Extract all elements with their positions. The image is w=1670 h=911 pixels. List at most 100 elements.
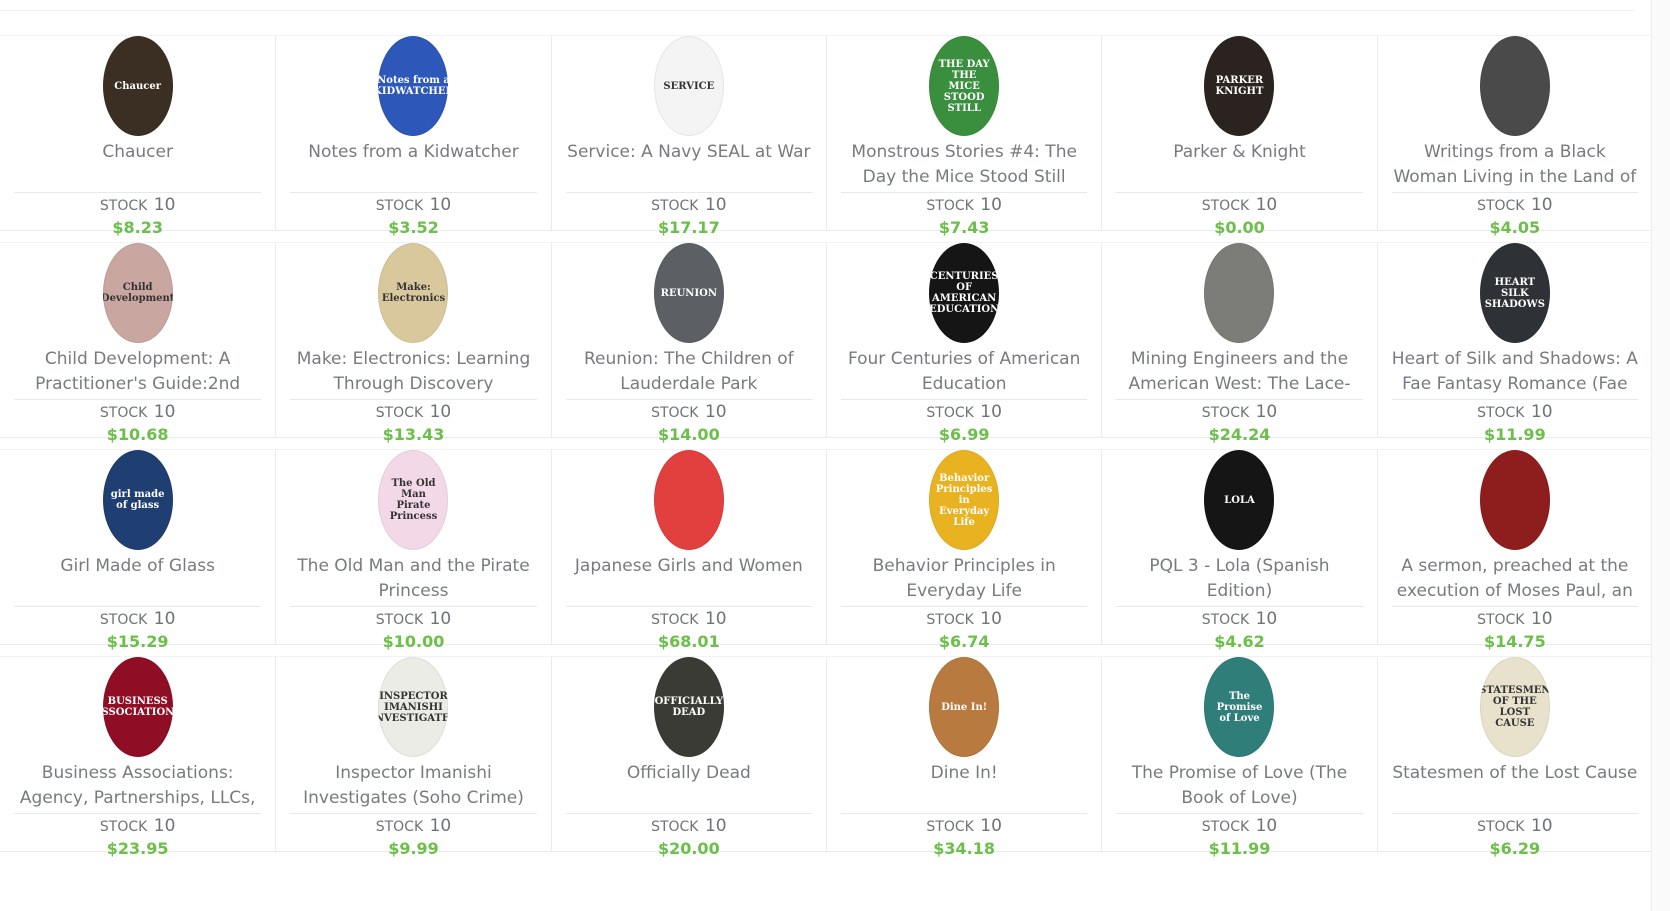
product-price: $6.99 (938, 425, 990, 444)
book-cover-image[interactable]: HEART SILK SHADOWS (1479, 243, 1550, 343)
book-cover-image[interactable] (1479, 36, 1550, 136)
product-grid: Chaucer Chaucer STOCK 10 $8.23 Notes fro… (0, 35, 1653, 858)
product-title[interactable]: PQL 3 - Lola (Spanish Edition) (1116, 554, 1362, 604)
book-cover-image[interactable]: Dine In! (929, 657, 1000, 757)
stock-count: 10 (1255, 402, 1278, 422)
stock-info: STOCK 10 (0, 610, 275, 629)
product-title[interactable]: Writings from a Black Woman Living in th… (1392, 140, 1638, 190)
book-cover-image[interactable]: OFFICIALLY DEAD (653, 657, 724, 757)
product-card[interactable]: A sermon, preached at the execution of M… (1376, 449, 1653, 651)
product-card[interactable]: LOLA PQL 3 - Lola (Spanish Edition) STOC… (1101, 449, 1378, 651)
product-title[interactable]: Business Associations: Agency, Partnersh… (14, 761, 261, 811)
product-title[interactable]: Heart of Silk and Shadows: A Fae Fantasy… (1392, 347, 1638, 397)
cover-text: Notes from a KIDWATCHER (378, 75, 449, 97)
stock-label: STOCK (926, 405, 974, 421)
book-cover-image[interactable]: Behavior Principles in Everyday Life (929, 450, 1000, 550)
product-card[interactable]: OFFICIALLY DEAD Officially Dead STOCK 10… (550, 656, 827, 858)
product-card[interactable]: HEART SILK SHADOWS Heart of Silk and Sha… (1376, 242, 1653, 444)
book-cover-image[interactable] (653, 450, 724, 550)
product-card[interactable]: Writings from a Black Woman Living in th… (1376, 35, 1653, 237)
product-title[interactable]: Service: A Navy SEAL at War (566, 140, 812, 190)
stock-label: STOCK (1201, 405, 1250, 421)
book-cover-image[interactable] (1479, 450, 1550, 550)
book-cover-image[interactable]: LOLA (1204, 450, 1275, 550)
product-title[interactable]: Parker & Knight (1116, 140, 1362, 190)
book-cover-image[interactable] (1204, 243, 1275, 343)
book-cover-image[interactable]: Child Development (102, 243, 173, 343)
product-card[interactable]: BUSINESS ASSOCIATIONS Business Associati… (0, 656, 277, 858)
card-divider (1391, 606, 1638, 607)
product-price: $3.52 (388, 218, 439, 237)
card-divider (1116, 192, 1363, 193)
product-card[interactable]: Make: Electronics Make: Electronics: Lea… (275, 242, 552, 444)
book-cover-image[interactable]: PARKER KNIGHT (1204, 36, 1275, 136)
product-card[interactable]: REUNION Reunion: The Children of Lauderd… (550, 242, 827, 444)
product-card[interactable]: CENTURIES OF AMERICAN EDUCATION Four Cen… (826, 242, 1103, 444)
product-card[interactable]: INSPECTOR IMANISHI INVESTIGATES Inspecto… (275, 656, 552, 858)
book-cover-image[interactable]: REUNION (653, 243, 724, 343)
book-cover-image[interactable]: STATESMEN OF THE LOST CAUSE (1479, 657, 1550, 757)
stock-count: 10 (153, 195, 176, 215)
product-title[interactable]: Statesmen of the Lost Cause (1392, 761, 1638, 811)
card-divider (1116, 813, 1363, 814)
product-card[interactable]: SERVICE Service: A Navy SEAL at War STOC… (550, 35, 827, 237)
product-card[interactable]: Child Development Child Development: A P… (0, 242, 277, 444)
stock-count: 10 (980, 402, 1002, 422)
product-title[interactable]: Reunion: The Children of Lauderdale Park (566, 347, 812, 397)
product-title[interactable]: Girl Made of Glass (14, 554, 261, 604)
product-card[interactable]: The Promise of Love The Promise of Love … (1101, 656, 1378, 858)
product-price: $23.95 (106, 839, 169, 858)
stock-info: STOCK 10 (827, 610, 1101, 629)
product-title[interactable]: Make: Electronics: Learning Through Disc… (290, 347, 536, 397)
scrollbar[interactable] (1651, 0, 1670, 911)
product-title[interactable]: Inspector Imanishi Investigates (Soho Cr… (290, 761, 536, 811)
product-title[interactable]: Dine In! (841, 761, 1087, 811)
book-cover-image[interactable]: Notes from a KIDWATCHER (378, 36, 449, 136)
product-card[interactable]: Dine In! Dine In! STOCK 10 $34.18 (826, 656, 1103, 858)
cover-text: CENTURIES OF AMERICAN EDUCATION (929, 271, 1000, 315)
product-card[interactable]: STATESMEN OF THE LOST CAUSE Statesmen of… (1376, 656, 1653, 858)
stock-info: STOCK 10 (1378, 196, 1652, 215)
stock-label: STOCK (375, 819, 424, 835)
card-divider (14, 813, 262, 814)
product-card[interactable]: Japanese Girls and Women STOCK 10 $68.01 (550, 449, 827, 651)
stock-label: STOCK (926, 819, 974, 835)
stock-info: STOCK 10 (1378, 817, 1652, 836)
book-cover-image[interactable]: INSPECTOR IMANISHI INVESTIGATES (378, 657, 449, 757)
product-title[interactable]: Notes from a Kidwatcher (290, 140, 536, 190)
product-title[interactable]: Child Development: A Practitioner's Guid… (14, 347, 261, 397)
book-cover-image[interactable]: SERVICE (653, 36, 724, 136)
product-price: $11.99 (1483, 425, 1546, 444)
product-title[interactable]: Monstrous Stories #4: The Day the Mice S… (841, 140, 1087, 190)
book-cover-image[interactable]: girl made of glass (102, 450, 173, 550)
book-cover-image[interactable]: The Promise of Love (1204, 657, 1275, 757)
product-title[interactable]: Four Centuries of American Education (841, 347, 1087, 397)
product-card[interactable]: THE DAY THE MICE STOOD STILL Monstrous S… (826, 35, 1103, 237)
product-title[interactable]: A sermon, preached at the execution of M… (1392, 554, 1638, 604)
product-title[interactable]: Mining Engineers and the American West: … (1116, 347, 1362, 397)
book-cover-image[interactable]: Chaucer (102, 36, 173, 136)
product-card[interactable]: Chaucer Chaucer STOCK 10 $8.23 (0, 35, 277, 237)
product-card[interactable]: The Old Man Pirate Princess The Old Man … (275, 449, 552, 651)
stock-info: STOCK 10 (1102, 817, 1376, 836)
cover-text: Child Development (102, 282, 173, 304)
product-card[interactable]: Behavior Principles in Everyday Life Beh… (826, 449, 1103, 651)
product-title[interactable]: Japanese Girls and Women (566, 554, 812, 604)
product-price: $11.99 (1208, 839, 1271, 858)
product-title[interactable]: Chaucer (14, 140, 261, 190)
product-card[interactable]: Mining Engineers and the American West: … (1101, 242, 1378, 444)
book-cover-image[interactable]: The Old Man Pirate Princess (378, 450, 449, 550)
book-cover-image[interactable]: THE DAY THE MICE STOOD STILL (929, 36, 1000, 136)
stock-label: STOCK (99, 612, 148, 628)
product-title[interactable]: The Promise of Love (The Book of Love) (1116, 761, 1362, 811)
book-cover-image[interactable]: CENTURIES OF AMERICAN EDUCATION (929, 243, 1000, 343)
product-title[interactable]: Behavior Principles in Everyday Life (841, 554, 1087, 604)
product-card[interactable]: Notes from a KIDWATCHER Notes from a Kid… (275, 35, 552, 237)
product-title[interactable]: The Old Man and the Pirate Princess (290, 554, 536, 604)
product-card[interactable]: PARKER KNIGHT Parker & Knight STOCK 10 $… (1101, 35, 1378, 237)
book-cover-image[interactable]: BUSINESS ASSOCIATIONS (102, 657, 173, 757)
product-title[interactable]: Officially Dead (566, 761, 812, 811)
product-card[interactable]: girl made of glass Girl Made of Glass ST… (0, 449, 277, 651)
card-divider (1116, 606, 1363, 607)
book-cover-image[interactable]: Make: Electronics (378, 243, 449, 343)
